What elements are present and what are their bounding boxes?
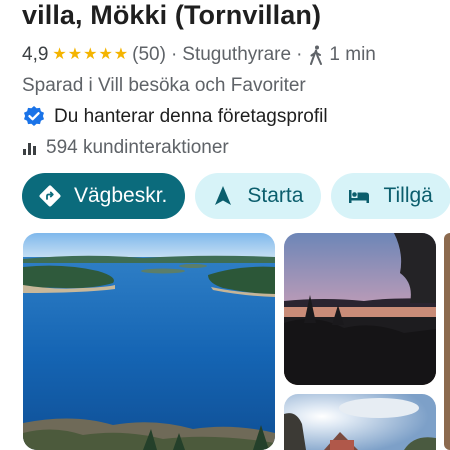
- rating-stars: ★ ★ ★ ★ ★: [52, 47, 128, 63]
- star-icon: ★: [113, 46, 129, 63]
- action-chips: Vägbeskr. Starta Tillgä: [22, 173, 450, 219]
- separator-dot: ·: [170, 44, 178, 65]
- star-icon: ★: [67, 46, 83, 63]
- bar-chart-icon: [22, 140, 38, 156]
- separator-dot: ·: [296, 44, 303, 65]
- place-details-page: villa, Mökki (Tornvillan) 4,9 ★ ★ ★ ★ ★ …: [0, 0, 450, 450]
- rating-row[interactable]: 4,9 ★ ★ ★ ★ ★ (50) · Stuguthyrare · 1 mi…: [22, 42, 376, 68]
- navigation-arrow-icon: [211, 184, 235, 208]
- sunset-lake-photo[interactable]: [284, 233, 436, 385]
- business-profile-row[interactable]: Du hanterar denna företagsprofil: [22, 103, 328, 131]
- star-icon: ★: [83, 46, 98, 63]
- saved-lists[interactable]: Sparad i Vill besöka och Favoriter: [22, 73, 306, 99]
- place-title: villa, Mökki (Tornvillan): [22, 0, 322, 30]
- star-icon: ★: [98, 46, 113, 63]
- start-label: Starta: [247, 184, 304, 207]
- house-sky-photo[interactable]: [284, 394, 436, 450]
- directions-label: Vägbeskr.: [74, 184, 168, 207]
- lake-islands-photo[interactable]: [23, 233, 275, 450]
- availability-label: Tillgä: [383, 184, 433, 207]
- next-photo-peek[interactable]: [444, 233, 450, 450]
- verified-icon: [22, 105, 46, 129]
- rating-value: 4,9: [22, 44, 49, 65]
- directions-icon: [38, 184, 62, 208]
- interactions-text: 594 kundinteraktioner: [46, 137, 229, 158]
- business-profile-text: Du hanterar denna företagsprofil: [54, 106, 328, 127]
- place-category: Stuguthyrare: [182, 44, 292, 65]
- star-icon: ★: [52, 46, 67, 63]
- interactions-row[interactable]: 594 kundinteraktioner: [22, 135, 229, 161]
- travel-time: 1 min: [329, 44, 376, 65]
- review-count[interactable]: (50): [132, 44, 166, 66]
- availability-button[interactable]: Tillgä: [331, 173, 450, 219]
- start-button[interactable]: Starta: [195, 173, 322, 219]
- directions-button[interactable]: Vägbeskr.: [22, 173, 186, 219]
- bed-icon: [347, 184, 371, 208]
- walking-icon: [309, 45, 323, 65]
